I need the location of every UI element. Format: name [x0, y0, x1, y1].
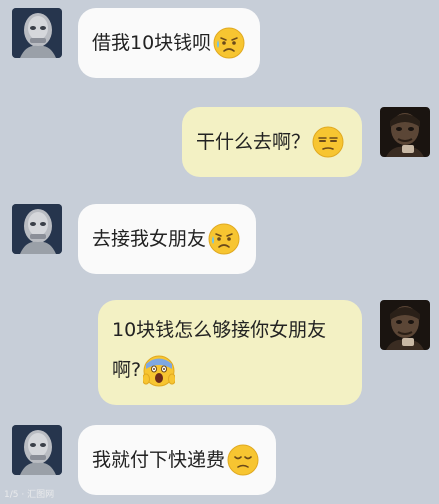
message-text: 干什么去啊？	[196, 131, 311, 153]
message-bubble: 干什么去啊？	[182, 107, 362, 177]
message-text-line1: 10块钱怎么够接你女朋友	[112, 319, 327, 341]
screaming-fear-face-emoji-icon	[143, 355, 176, 387]
anxious-sweat-face-emoji-icon	[213, 27, 245, 59]
contact-avatar[interactable]	[12, 8, 62, 58]
self-avatar[interactable]	[380, 300, 430, 350]
message-bubble: 去接我女朋友	[78, 204, 256, 274]
message-bubble: 借我10块钱呗	[78, 8, 260, 78]
anxious-sweat-face-emoji-icon	[208, 223, 240, 255]
watermark: 1/5 · 汇图网	[4, 490, 55, 500]
message-text: 我就付下快递费	[92, 449, 226, 471]
contact-avatar[interactable]	[12, 425, 62, 475]
message-text-line2: 啊?	[112, 359, 142, 381]
self-avatar[interactable]	[380, 107, 430, 157]
message-bubble: 我就付下快递费	[78, 425, 276, 495]
pensive-face-emoji-icon	[227, 444, 259, 476]
contact-avatar[interactable]	[12, 204, 62, 254]
unamused-face-emoji-icon	[312, 126, 345, 158]
message-bubble: 10块钱怎么够接你女朋友 啊?	[98, 300, 362, 405]
message-text: 去接我女朋友	[92, 228, 207, 250]
message-text: 借我10块钱呗	[92, 32, 212, 54]
